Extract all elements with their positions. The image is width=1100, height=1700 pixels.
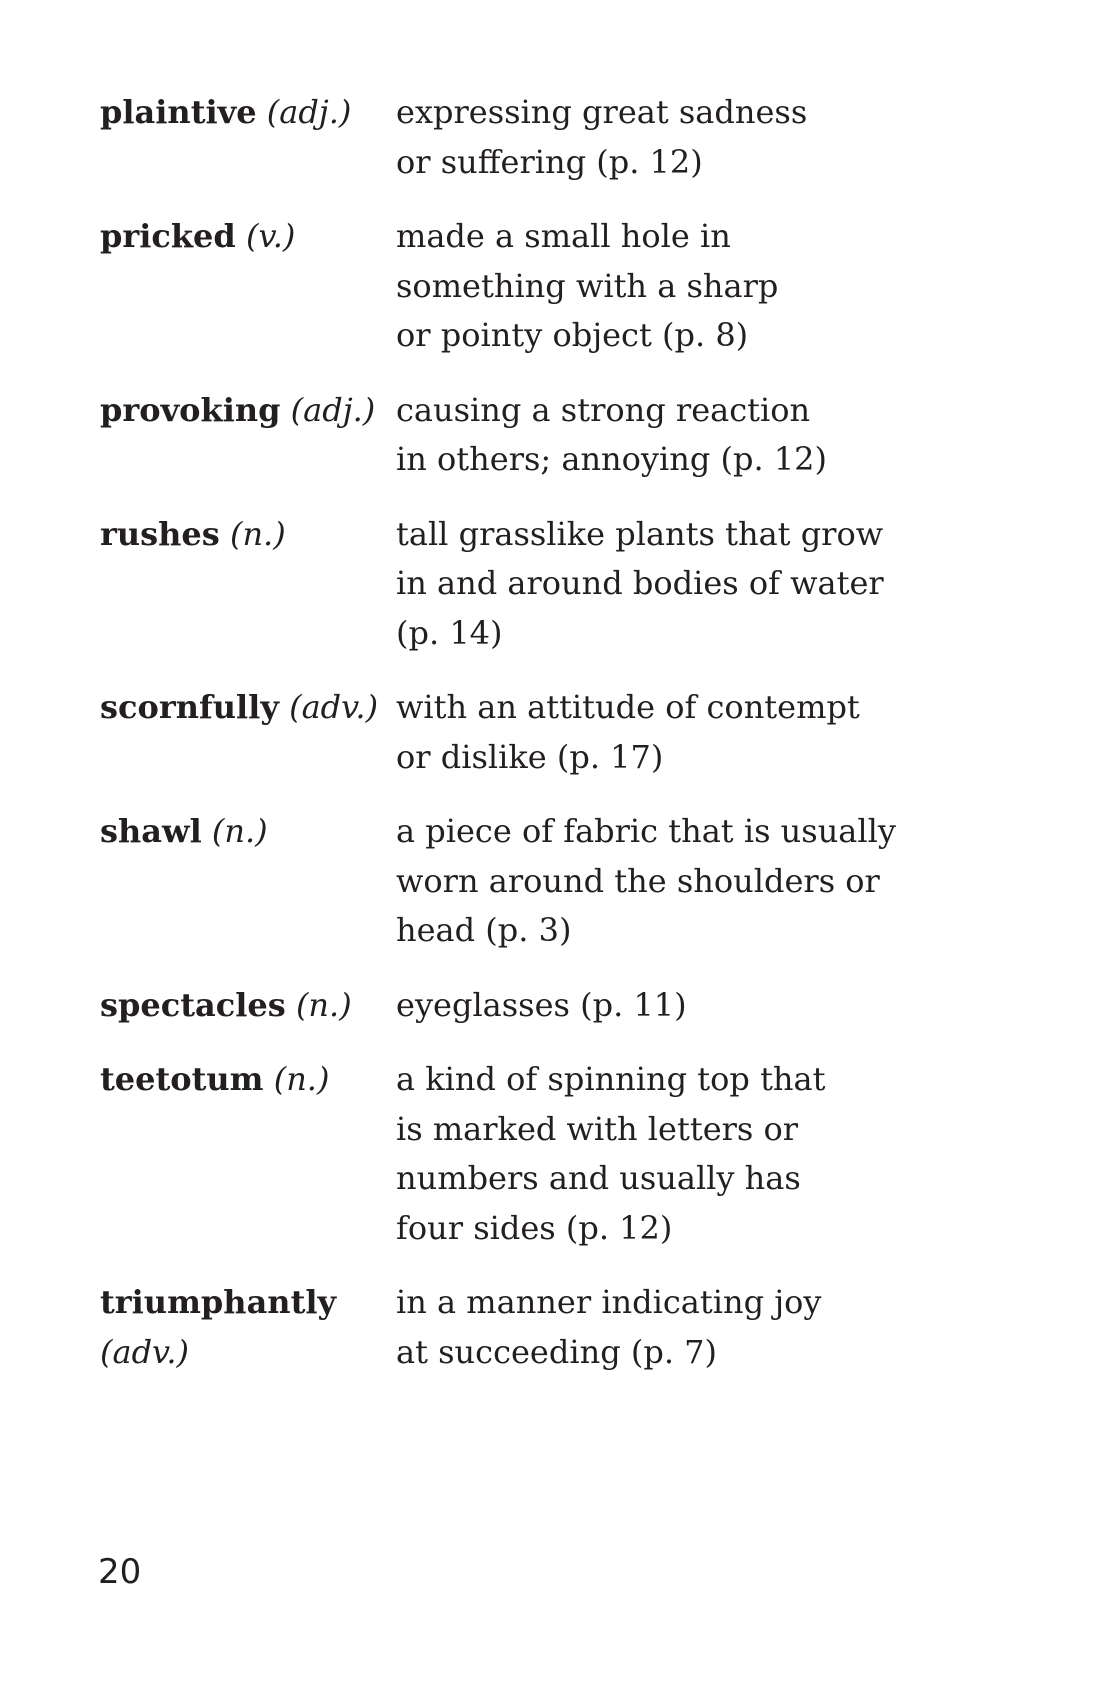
glossary-entry-spectacles: spectacles (n.) eyeglasses (p. 11) <box>100 981 1020 1031</box>
term: shawl <box>100 812 202 850</box>
part-of-speech: (v.) <box>245 217 296 255</box>
part-of-speech: (n.) <box>211 812 268 850</box>
definition: causing a strong reaction in others; ann… <box>396 386 1020 485</box>
term: spectacles <box>100 985 286 1024</box>
definition: expressing great sadness or suffering (p… <box>396 88 1020 187</box>
definition-line: eyeglasses (p. 11) <box>396 985 687 1024</box>
glossary-entry-teetotum: teetotum (n.) a kind of spinning top tha… <box>100 1055 1020 1253</box>
term: triumphantly <box>100 1283 337 1321</box>
term-cell: teetotum (n.) <box>100 1055 396 1105</box>
definition-line: is marked with letters or <box>396 1109 799 1148</box>
part-of-speech: (adj.) <box>266 93 352 131</box>
term-cell: provoking (adj.) <box>100 386 396 436</box>
term-cell: spectacles (n.) <box>100 981 396 1031</box>
definition-line: made a small hole in <box>396 217 731 255</box>
definition-line: numbers and usually has <box>396 1159 801 1197</box>
part-of-speech: (n.) <box>295 985 352 1024</box>
definition-line: in a manner indicating joy <box>396 1283 822 1321</box>
definition-line: a piece of fabric that is usually <box>396 812 896 850</box>
term-cell: scornfully (adv.) <box>100 683 396 733</box>
definition: made a small hole in something with a sh… <box>396 212 1020 361</box>
definition-line: tall grasslike plants that grow <box>396 514 884 553</box>
definition-line: with an attitude of contempt <box>396 688 860 726</box>
term-cell: triumphantly (adv.) <box>100 1278 396 1377</box>
definition: eyeglasses (p. 11) <box>396 981 1020 1031</box>
part-of-speech: (n.) <box>273 1060 330 1098</box>
definition-line: in others; annoying (p. 12) <box>396 440 828 478</box>
definition-line: causing a strong reaction <box>396 390 811 429</box>
part-of-speech: (adj.) <box>290 390 376 429</box>
term-cell: rushes (n.) <box>100 510 396 560</box>
definition-line: or dislike (p. 17) <box>396 737 664 776</box>
term: teetotum <box>100 1060 264 1098</box>
part-of-speech: (adv.) <box>100 1332 189 1371</box>
definition: in a manner indicating joy at succeeding… <box>396 1278 1020 1377</box>
page-number: 20 <box>98 1552 142 1592</box>
definition-line: or pointy object (p. 8) <box>396 316 749 354</box>
definition: tall grasslike plants that grow in and a… <box>396 510 1020 659</box>
glossary-entry-provoking: provoking (adj.) causing a strong reacti… <box>100 386 1020 485</box>
part-of-speech: (n.) <box>229 514 286 553</box>
term: rushes <box>100 514 220 553</box>
term-cell: pricked (v.) <box>100 212 396 262</box>
part-of-speech: (adv.) <box>289 688 379 726</box>
term: plaintive <box>100 93 257 131</box>
glossary-entry-plaintive: plaintive (adj.) expressing great sadnes… <box>100 88 1020 187</box>
definition: a kind of spinning top that is marked wi… <box>396 1055 1020 1253</box>
definition-line: (p. 14) <box>396 613 503 652</box>
glossary-entry-shawl: shawl (n.) a piece of fabric that is usu… <box>100 807 1020 956</box>
glossary-entry-triumphantly: triumphantly (adv.) in a manner indicati… <box>100 1278 1020 1377</box>
definition-line: worn around the shoulders or <box>396 861 880 900</box>
definition: a piece of fabric that is usually worn a… <box>396 807 1020 956</box>
definition-line: a kind of spinning top that <box>396 1060 826 1098</box>
definition-line: or suffering (p. 12) <box>396 142 703 181</box>
definition-line: in and around bodies of water <box>396 564 884 602</box>
glossary-entry-pricked: pricked (v.) made a small hole in someth… <box>100 212 1020 361</box>
glossary: plaintive (adj.) expressing great sadnes… <box>100 88 1020 1377</box>
glossary-entry-scornfully: scornfully (adv.) with an attitude of co… <box>100 683 1020 782</box>
term-cell: plaintive (adj.) <box>100 88 396 138</box>
term-cell: shawl (n.) <box>100 807 396 857</box>
definition-line: head (p. 3) <box>396 911 572 949</box>
term: scornfully <box>100 688 279 726</box>
definition-line: expressing great sadness <box>396 93 808 131</box>
glossary-entry-rushes: rushes (n.) tall grasslike plants that g… <box>100 510 1020 659</box>
term: provoking <box>100 390 281 429</box>
definition-line: four sides (p. 12) <box>396 1208 673 1247</box>
definition: with an attitude of contempt or dislike … <box>396 683 1020 782</box>
definition-line: at succeeding (p. 7) <box>396 1332 717 1371</box>
term: pricked <box>100 217 236 255</box>
definition-line: something with a sharp <box>396 266 779 305</box>
